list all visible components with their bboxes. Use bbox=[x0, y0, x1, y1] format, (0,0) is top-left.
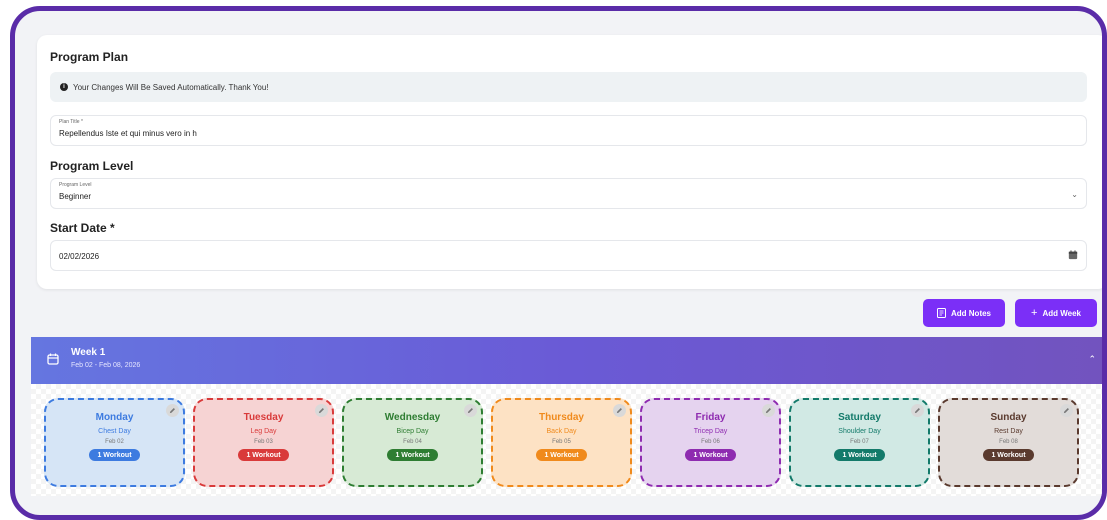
plus-icon: + bbox=[1031, 307, 1038, 319]
day-name: Saturday bbox=[838, 412, 881, 423]
day-date: Feb 04 bbox=[403, 439, 422, 445]
day-date: Feb 08 bbox=[999, 439, 1018, 445]
day-card-sunday[interactable]: Sunday Rest Day Feb 08 1 Workout bbox=[938, 398, 1079, 487]
day-name: Sunday bbox=[990, 412, 1027, 423]
workout-count-badge[interactable]: 1 Workout bbox=[238, 449, 289, 461]
start-date-input[interactable]: 02/02/2026 bbox=[59, 252, 99, 261]
day-name: Tuesday bbox=[243, 412, 284, 423]
calendar-icon[interactable] bbox=[1068, 250, 1078, 260]
day-name: Thursday bbox=[538, 412, 584, 423]
program-level-value: Beginner bbox=[59, 192, 92, 201]
program-level-select[interactable]: Program Level Beginner ⌄ bbox=[50, 178, 1087, 209]
chevron-up-icon[interactable]: ⌃ bbox=[1088, 354, 1096, 365]
edit-icon[interactable] bbox=[613, 404, 626, 417]
program-plan-card: Program Plan i Your Changes Will Be Save… bbox=[37, 35, 1102, 289]
edit-icon[interactable] bbox=[1060, 404, 1073, 417]
app-frame: Program Plan i Your Changes Will Be Save… bbox=[10, 6, 1107, 520]
day-card-wednesday[interactable]: Wednesday Bicep Day Feb 04 1 Workout bbox=[342, 398, 483, 487]
chevron-down-icon[interactable]: ⌄ bbox=[1071, 190, 1078, 199]
info-icon: i bbox=[60, 83, 68, 91]
week-days-area: Monday Chest Day Feb 02 1 Workout Tuesday Leg… bbox=[31, 384, 1102, 496]
week-title: Week 1 bbox=[71, 347, 106, 358]
day-card-thursday[interactable]: Thursday Back Day Feb 05 1 Workout bbox=[491, 398, 632, 487]
day-date: Feb 06 bbox=[701, 439, 720, 445]
plan-title-field[interactable]: Plan Title * Repellendus Iste et qui min… bbox=[50, 115, 1087, 146]
add-week-label: Add Week bbox=[1042, 308, 1081, 318]
day-date: Feb 02 bbox=[105, 439, 124, 445]
day-name: Friday bbox=[695, 412, 726, 423]
notes-icon bbox=[937, 308, 946, 318]
edit-icon[interactable] bbox=[464, 404, 477, 417]
day-workout-type: Shoulder Day bbox=[838, 428, 881, 435]
add-notes-label: Add Notes bbox=[951, 308, 991, 318]
add-notes-button[interactable]: Add Notes bbox=[923, 299, 1005, 327]
day-workout-type: Tricep Day bbox=[693, 428, 728, 435]
day-card-saturday[interactable]: Saturday Shoulder Day Feb 07 1 Workout bbox=[789, 398, 930, 487]
workout-count-badge[interactable]: 1 Workout bbox=[387, 449, 438, 461]
edit-icon[interactable] bbox=[911, 404, 924, 417]
day-name: Wednesday bbox=[384, 412, 441, 423]
edit-icon[interactable] bbox=[315, 404, 328, 417]
add-week-button[interactable]: + Add Week bbox=[1015, 299, 1097, 327]
day-workout-type: Leg Day bbox=[250, 428, 277, 435]
workout-count-badge[interactable]: 1 Workout bbox=[834, 449, 885, 461]
autosave-info-text: Your Changes Will Be Saved Automatically… bbox=[73, 82, 269, 92]
plan-title-input[interactable]: Repellendus Iste et qui minus vero in h bbox=[59, 129, 197, 138]
workout-count-badge[interactable]: 1 Workout bbox=[685, 449, 736, 461]
program-level-label: Program Level bbox=[59, 182, 92, 188]
start-date-heading: Start Date * bbox=[50, 221, 115, 235]
week-header[interactable]: Week 1 Feb 02 - Feb 08, 2026 ⌃ bbox=[31, 337, 1102, 384]
calendar-icon bbox=[47, 353, 59, 365]
week-date-range: Feb 02 - Feb 08, 2026 bbox=[71, 362, 141, 369]
day-workout-type: Rest Day bbox=[994, 428, 1023, 435]
day-date: Feb 07 bbox=[850, 439, 869, 445]
workout-count-badge[interactable]: 1 Workout bbox=[536, 449, 587, 461]
day-card-tuesday[interactable]: Tuesday Leg Day Feb 03 1 Workout bbox=[193, 398, 334, 487]
day-date: Feb 05 bbox=[552, 439, 571, 445]
day-workout-type: Bicep Day bbox=[396, 428, 429, 435]
day-name: Monday bbox=[95, 412, 134, 423]
edit-icon[interactable] bbox=[166, 404, 179, 417]
day-workout-type: Back Day bbox=[546, 428, 577, 435]
autosave-info-banner: i Your Changes Will Be Saved Automatical… bbox=[50, 72, 1087, 102]
edit-icon[interactable] bbox=[762, 404, 775, 417]
day-workout-type: Chest Day bbox=[98, 428, 131, 435]
plan-title-label: Plan Title * bbox=[59, 119, 83, 125]
program-level-heading: Program Level bbox=[50, 159, 134, 173]
day-date: Feb 03 bbox=[254, 439, 273, 445]
day-card-friday[interactable]: Friday Tricep Day Feb 06 1 Workout bbox=[640, 398, 781, 487]
start-date-field[interactable]: 02/02/2026 bbox=[50, 240, 1087, 271]
day-card-monday[interactable]: Monday Chest Day Feb 02 1 Workout bbox=[44, 398, 185, 487]
program-plan-title: Program Plan bbox=[50, 50, 129, 64]
workout-count-badge[interactable]: 1 Workout bbox=[983, 449, 1034, 461]
workout-count-badge[interactable]: 1 Workout bbox=[89, 449, 140, 461]
